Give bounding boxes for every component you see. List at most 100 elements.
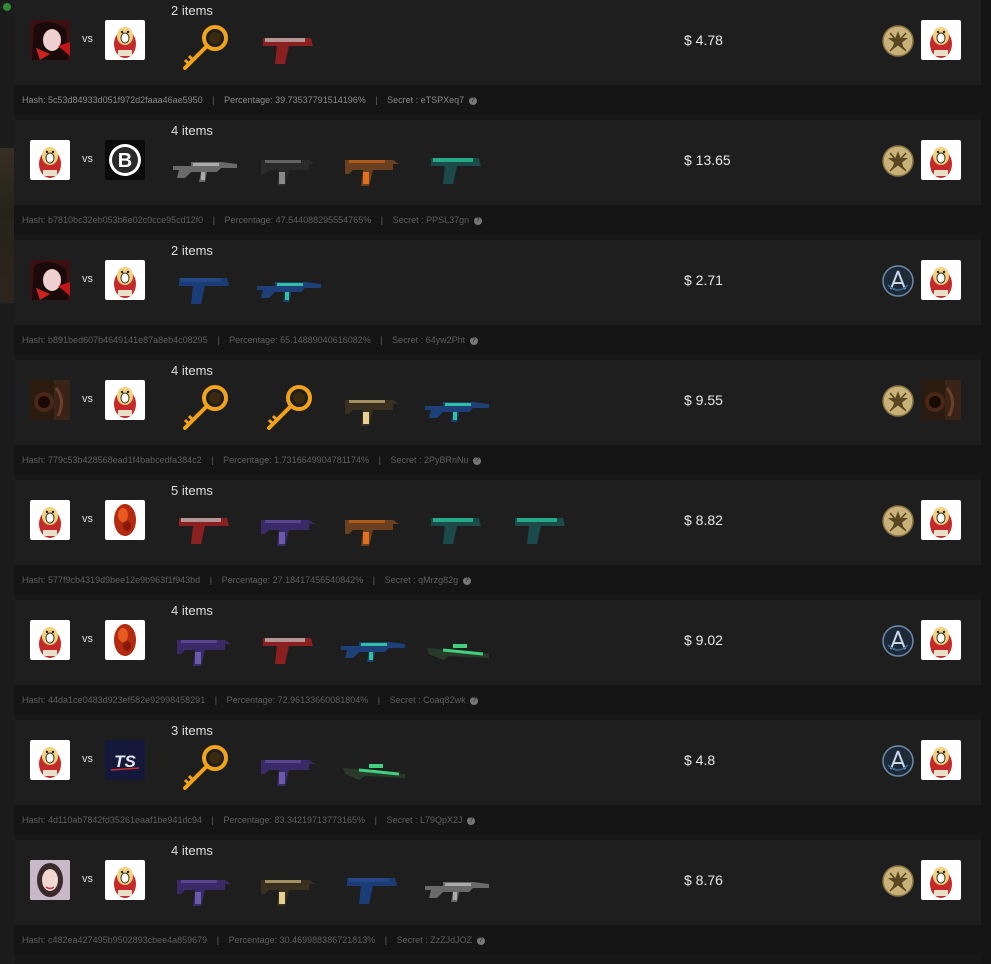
item-key-icon[interactable] xyxy=(255,384,325,434)
item-smg-purple-icon[interactable] xyxy=(171,864,241,914)
item-smg-black-icon[interactable] xyxy=(255,144,325,194)
rank-blue-emblem-icon xyxy=(882,265,914,297)
player-avatar[interactable] xyxy=(30,740,70,780)
background-right-edge xyxy=(981,0,991,964)
hash-label: Hash: xyxy=(22,215,46,225)
game-row: vs 2 items $ 4.78 Hash: 5c53d84933d051f9… xyxy=(14,0,981,120)
help-question-icon[interactable]: ? xyxy=(476,936,485,945)
player-avatar[interactable] xyxy=(30,380,70,420)
opponent-avatar[interactable] xyxy=(105,260,145,300)
hash-value: b891bed607b4649141e87a8eb4c08295 xyxy=(48,335,208,345)
winner-avatar[interactable] xyxy=(921,860,961,900)
player-avatar[interactable] xyxy=(30,620,70,660)
percentage-label: Percentage: xyxy=(228,935,278,945)
item-pistol-teal-icon[interactable] xyxy=(423,504,493,554)
rank-blue-emblem-icon xyxy=(882,625,914,657)
item-smg-orange-icon[interactable] xyxy=(339,504,409,554)
hash-label: Hash: xyxy=(22,335,46,345)
item-smg-gold-icon[interactable] xyxy=(255,864,325,914)
separator: | xyxy=(375,95,378,105)
items-count: 3 items xyxy=(171,723,213,738)
winner-avatar[interactable] xyxy=(921,500,961,540)
item-key-icon[interactable] xyxy=(171,24,241,74)
item-rifle-blue-icon[interactable] xyxy=(423,384,493,434)
separator: | xyxy=(216,935,220,945)
help-question-icon[interactable]: ? xyxy=(473,216,482,225)
help-question-icon[interactable]: ? xyxy=(470,696,479,705)
game-row-main: vs TS 3 items $ 4.8 xyxy=(14,720,981,805)
winner-avatar[interactable] xyxy=(921,140,961,180)
vs-label: vs xyxy=(82,393,93,405)
player-avatar[interactable] xyxy=(30,20,70,60)
item-rifle-blue-icon[interactable] xyxy=(255,264,325,314)
opponent-avatar[interactable] xyxy=(105,20,145,60)
player-avatar[interactable] xyxy=(30,140,70,180)
player-avatar[interactable] xyxy=(30,260,70,300)
provably-fair-info: Hash: b7810bc32eb053b6e02c0cce95cd12f0 |… xyxy=(22,215,482,225)
hash-value: 5c53d84933d051f972d2faaa46ae5950 xyxy=(48,95,203,105)
separator: | xyxy=(211,455,214,465)
separator: | xyxy=(212,95,215,105)
winner-avatar[interactable] xyxy=(921,260,961,300)
item-rifle-gray-icon[interactable] xyxy=(423,864,493,914)
item-pistol-blue-icon[interactable] xyxy=(339,864,409,914)
game-row-footer: Hash: 577f9cb4319d9bee12e9b963f1f943bd |… xyxy=(14,565,981,595)
player-avatar[interactable] xyxy=(30,500,70,540)
help-question-icon[interactable]: ? xyxy=(473,456,482,465)
item-smg-purple-icon[interactable] xyxy=(255,744,325,794)
help-question-icon[interactable]: ? xyxy=(462,576,471,585)
player-avatar[interactable] xyxy=(30,860,70,900)
item-smg-gold-icon[interactable] xyxy=(339,384,409,434)
opponent-avatar[interactable]: B xyxy=(105,140,145,180)
items-list xyxy=(171,18,325,80)
item-pistol-red-icon[interactable] xyxy=(171,504,241,554)
winner-avatar[interactable] xyxy=(921,740,961,780)
provably-fair-info: Hash: 5c53d84933d051f972d2faaa46ae5950 |… xyxy=(22,95,477,105)
secret-value: Coaq82wk xyxy=(423,695,466,705)
hash-label: Hash: xyxy=(22,575,46,585)
item-pistol-red-icon[interactable] xyxy=(255,24,325,74)
game-row: vs 2 items $ 2.71 Hash: b891bed607b46491… xyxy=(14,240,981,360)
game-row: vs 4 items $ 8.76 Hash: c482ea427495b950… xyxy=(14,840,981,960)
help-question-icon[interactable]: ? xyxy=(469,336,478,345)
rank-gold-star-icon xyxy=(882,865,914,897)
item-key-icon[interactable] xyxy=(171,384,241,434)
item-pistol-teal-icon[interactable] xyxy=(423,144,493,194)
game-row-main: vs 5 items $ 8.82 xyxy=(14,480,981,565)
opponent-avatar[interactable] xyxy=(105,380,145,420)
percentage-value: 72.96133660081804% xyxy=(277,695,369,705)
secret-label: Secret : xyxy=(384,575,416,585)
percentage-label: Percentage: xyxy=(226,695,276,705)
svg-text:B: B xyxy=(118,150,132,172)
item-key-icon[interactable] xyxy=(171,744,241,794)
winner-avatar[interactable] xyxy=(921,20,961,60)
item-smg-purple-icon[interactable] xyxy=(255,504,325,554)
help-question-icon[interactable]: ? xyxy=(468,96,477,105)
item-rifle-gray-icon[interactable] xyxy=(171,144,241,194)
help-question-icon[interactable]: ? xyxy=(467,816,476,825)
game-row-main: vs 4 items $ 9.55 xyxy=(14,360,981,445)
winner-avatar[interactable] xyxy=(921,620,961,660)
item-pistol-teal-icon[interactable] xyxy=(507,504,577,554)
hash-value: 779c53b428568ead1f4babcedfa384c2 xyxy=(48,455,202,465)
item-smg-orange-icon[interactable] xyxy=(339,144,409,194)
rank-blue-emblem-icon xyxy=(882,745,914,777)
items-list xyxy=(171,498,577,560)
item-smg-purple-icon[interactable] xyxy=(171,624,241,674)
hash-value: 44da1ce0483d923ef582e92998458291 xyxy=(48,695,206,705)
opponent-avatar[interactable] xyxy=(105,500,145,540)
hash-value: 4d110ab7842fd35261eaaf1be941dc94 xyxy=(48,815,203,825)
item-rifle-blue-icon[interactable] xyxy=(339,624,409,674)
item-sniper-green-icon[interactable] xyxy=(423,624,493,674)
opponent-avatar[interactable]: TS xyxy=(105,740,145,780)
secret-value: 64yw2Pht xyxy=(425,335,466,345)
item-sniper-green-icon[interactable] xyxy=(339,744,409,794)
item-pistol-blue-icon[interactable] xyxy=(171,264,241,314)
opponent-avatar[interactable] xyxy=(105,860,145,900)
provably-fair-info: Hash: 577f9cb4319d9bee12e9b963f1f943bd |… xyxy=(22,575,471,585)
game-row: vs TS 3 items $ 4.8 Hash: 4d110ab7842fd3… xyxy=(14,720,981,840)
item-pistol-red-icon[interactable] xyxy=(255,624,325,674)
winner-avatar[interactable] xyxy=(921,380,961,420)
background-left-edge xyxy=(0,0,14,964)
opponent-avatar[interactable] xyxy=(105,620,145,660)
